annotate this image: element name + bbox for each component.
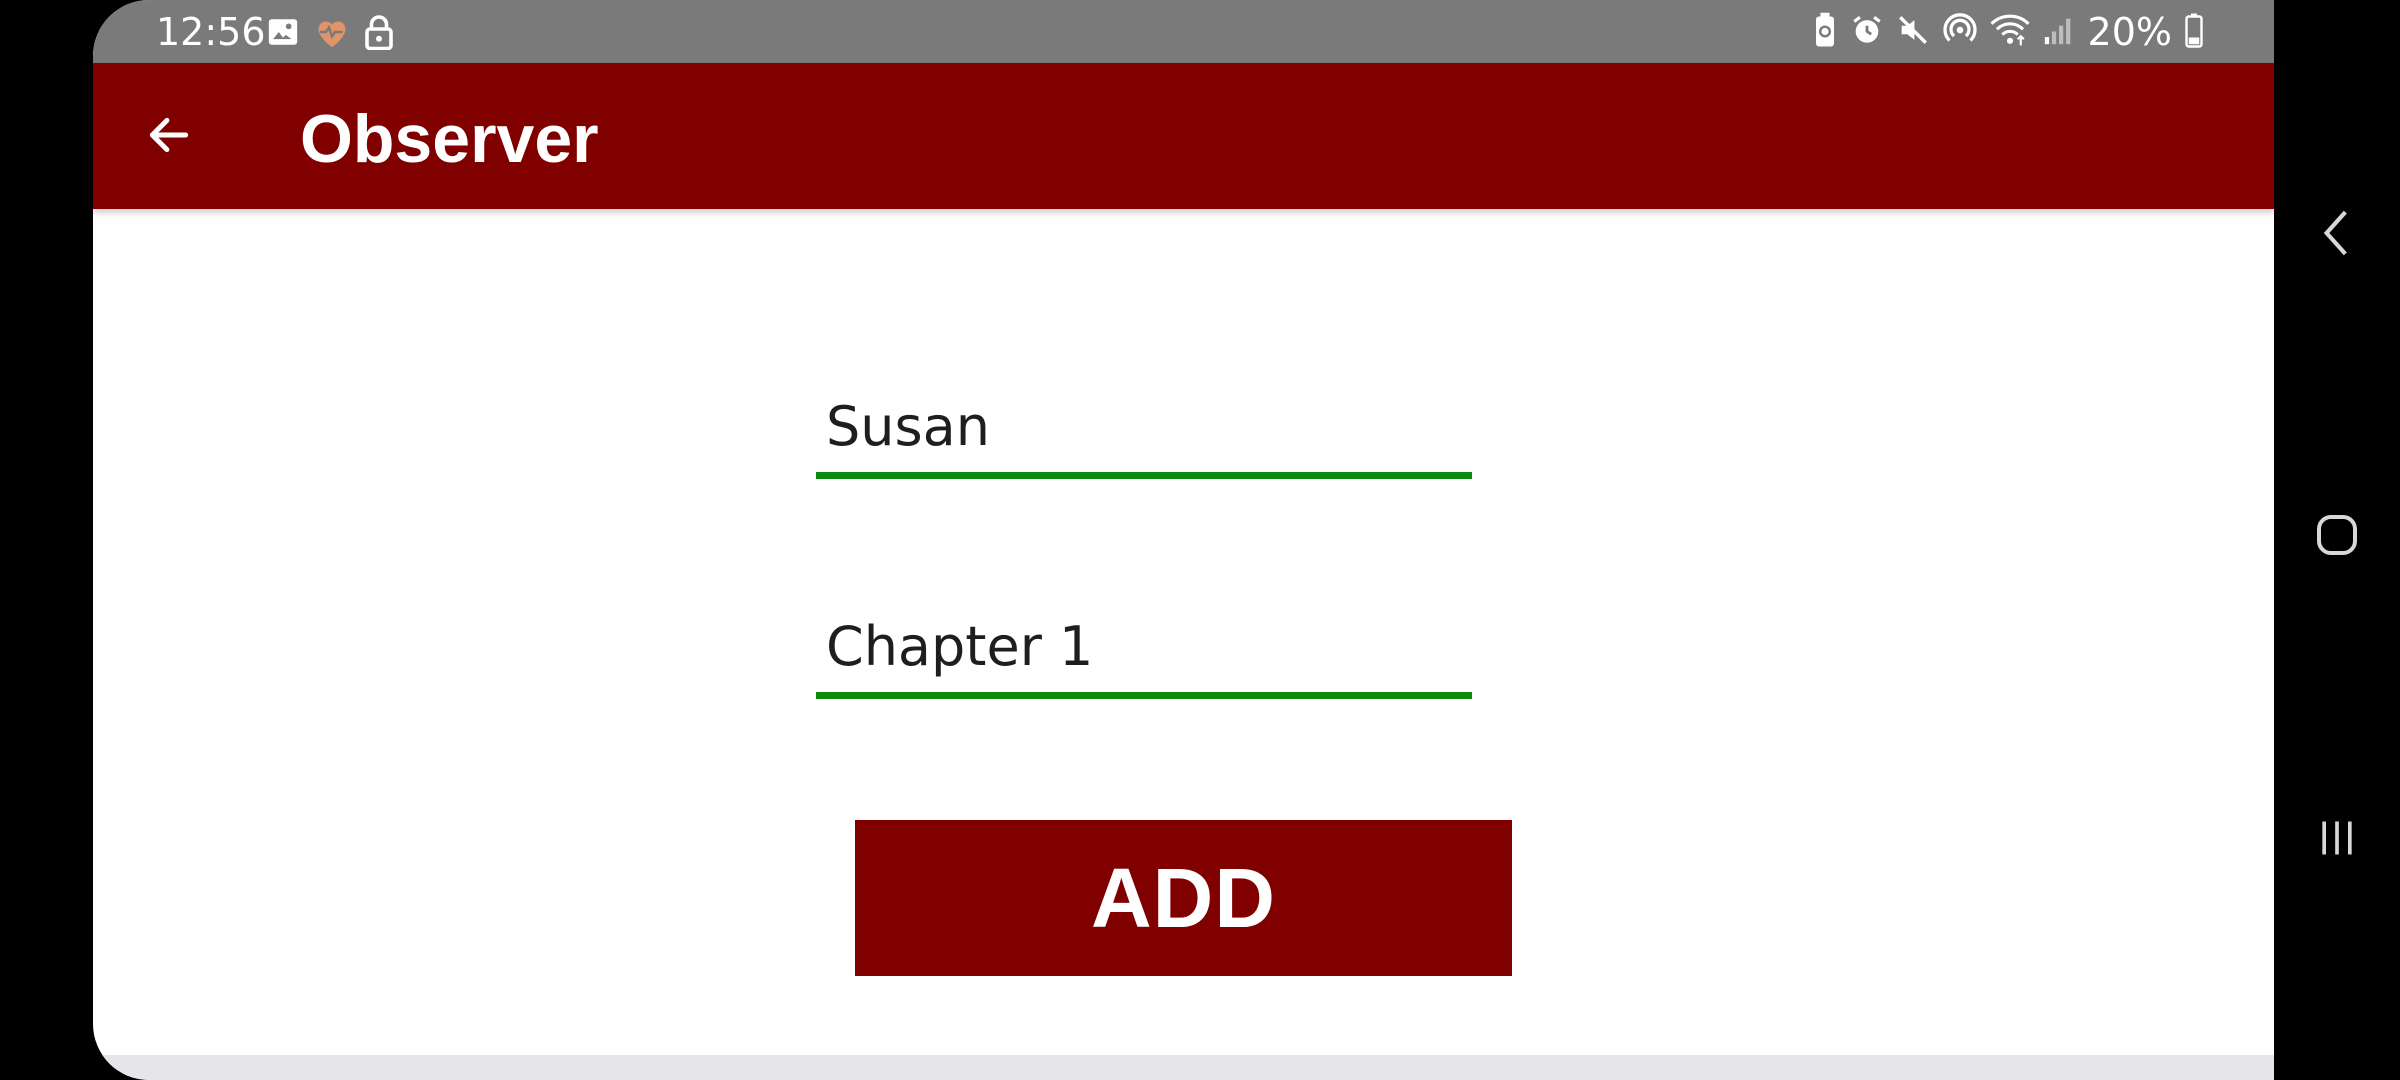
status-bar: 12:56 20% xyxy=(93,0,2274,63)
observer-name-underline xyxy=(816,472,1472,479)
hotspot-icon xyxy=(1942,12,1978,53)
alarm-icon xyxy=(1850,13,1884,52)
bottom-edge xyxy=(93,1055,2274,1080)
navigation-bar xyxy=(2274,0,2400,1080)
battery-percent: 20% xyxy=(2087,10,2172,54)
arrow-back-icon xyxy=(144,110,194,165)
nav-home-button[interactable] xyxy=(2274,482,2400,592)
add-button[interactable]: ADD xyxy=(855,820,1512,976)
nav-recents-button[interactable] xyxy=(2274,785,2400,895)
signal-icon xyxy=(2042,13,2076,52)
heart-icon xyxy=(314,15,350,54)
app-screen: 12:56 20% Observer Susan Chapter 1 ADD xyxy=(93,0,2274,1080)
lock-icon xyxy=(364,14,394,55)
back-button[interactable] xyxy=(133,101,205,173)
status-right-icons: 20% xyxy=(1812,10,2204,54)
page-title: Observer xyxy=(300,101,599,177)
nav-back-button[interactable] xyxy=(2274,180,2400,290)
home-icon xyxy=(2313,511,2361,564)
battery-saver-icon xyxy=(1812,12,1838,53)
status-time: 12:56 xyxy=(156,10,266,54)
image-icon xyxy=(266,15,300,54)
battery-icon xyxy=(2184,12,2204,53)
wifi-icon xyxy=(1989,13,2030,52)
chapter-input[interactable] xyxy=(816,600,1472,692)
chapter-underline xyxy=(816,692,1472,699)
observer-name-input[interactable] xyxy=(816,380,1472,472)
back-icon xyxy=(2317,208,2357,263)
recents-icon xyxy=(2315,816,2359,865)
observer-name-field xyxy=(816,380,1472,480)
mute-icon xyxy=(1896,13,1930,52)
app-bar: Observer xyxy=(93,63,2274,209)
status-left-icons xyxy=(266,14,394,55)
chapter-field xyxy=(816,600,1472,700)
